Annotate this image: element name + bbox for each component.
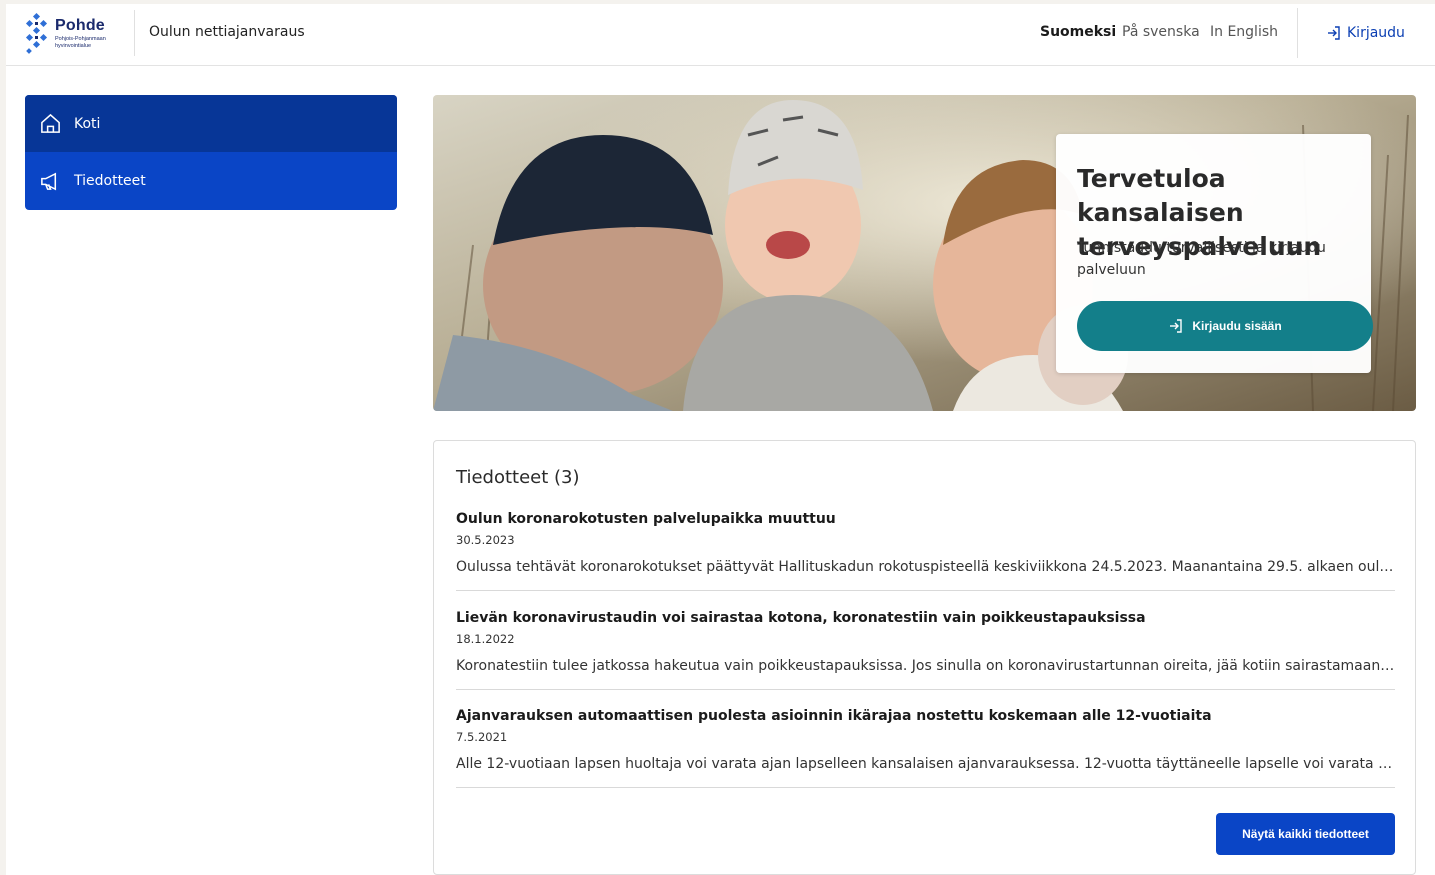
news-divider	[456, 689, 1395, 690]
sidebar-nav: Koti Tiedotteet	[25, 95, 397, 210]
lang-english[interactable]: In English	[1210, 24, 1278, 40]
news-heading: Tiedotteet (3)	[456, 467, 580, 488]
top-header: Pohde Pohjois-Pohjanmaan hyvinvointialue…	[6, 4, 1435, 66]
service-name: Oulun nettiajanvaraus	[149, 24, 305, 40]
news-divider	[456, 787, 1395, 788]
page: Pohde Pohjois-Pohjanmaan hyvinvointialue…	[6, 4, 1435, 875]
news-item-title[interactable]: Ajanvarauksen automaattisen puolesta asi…	[456, 708, 1212, 724]
header-login-label: Kirjaudu	[1347, 25, 1405, 41]
logo-subtitle: Pohjois-Pohjanmaan hyvinvointialue	[55, 36, 106, 49]
news-item-excerpt: Alle 12-vuotiaan lapsen huoltaja voi var…	[456, 756, 1395, 772]
news-panel: Tiedotteet (3) Oulun koronarokotusten pa…	[433, 440, 1416, 875]
hero-login-button[interactable]: Kirjaudu sisään	[1077, 301, 1373, 351]
header-divider-right	[1297, 8, 1298, 58]
lang-finnish[interactable]: Suomeksi	[1040, 24, 1116, 40]
sidebar-item-koti[interactable]: Koti	[25, 95, 397, 152]
news-item-title[interactable]: Oulun koronarokotusten palvelupaikka muu…	[456, 511, 836, 527]
news-divider	[456, 590, 1395, 591]
megaphone-icon	[41, 172, 57, 190]
login-icon	[1170, 319, 1183, 333]
news-item-date: 18.1.2022	[456, 632, 515, 646]
news-item-date: 30.5.2023	[456, 533, 515, 547]
lang-swedish[interactable]: På svenska	[1122, 24, 1200, 40]
show-all-news-button[interactable]: Näytä kaikki tiedotteet	[1216, 813, 1395, 855]
header-login-button[interactable]: Kirjaudu	[1326, 23, 1405, 43]
news-item-title[interactable]: Lievän koronavirustaudin voi sairastaa k…	[456, 610, 1146, 626]
pohde-logo-mark-icon	[25, 12, 48, 54]
news-item-excerpt: Oulussa tehtävät koronarokotukset päätty…	[456, 559, 1395, 575]
header-divider	[134, 10, 135, 56]
sidebar-item-label: Koti	[74, 115, 101, 132]
hero-banner: Tervetuloa kansalaisen terveyspalveluun …	[433, 95, 1416, 411]
pohde-logo[interactable]: Pohde Pohjois-Pohjanmaan hyvinvointialue	[24, 12, 128, 56]
sidebar-item-tiedotteet[interactable]: Tiedotteet	[25, 152, 397, 210]
home-icon	[41, 113, 60, 133]
news-item-date: 7.5.2021	[456, 730, 508, 744]
hero-description: Tunnistaudu turvallisesti ja kirjaudu pa…	[1077, 240, 1326, 278]
welcome-card: Tervetuloa kansalaisen terveyspalveluun …	[1056, 134, 1373, 373]
logo-name: Pohde	[55, 17, 105, 34]
sidebar-item-label: Tiedotteet	[74, 173, 146, 189]
news-item-excerpt: Koronatestiin tulee jatkossa hakeutua va…	[456, 658, 1395, 674]
hero-login-label: Kirjaudu sisään	[1192, 319, 1282, 333]
login-icon	[1328, 26, 1340, 40]
